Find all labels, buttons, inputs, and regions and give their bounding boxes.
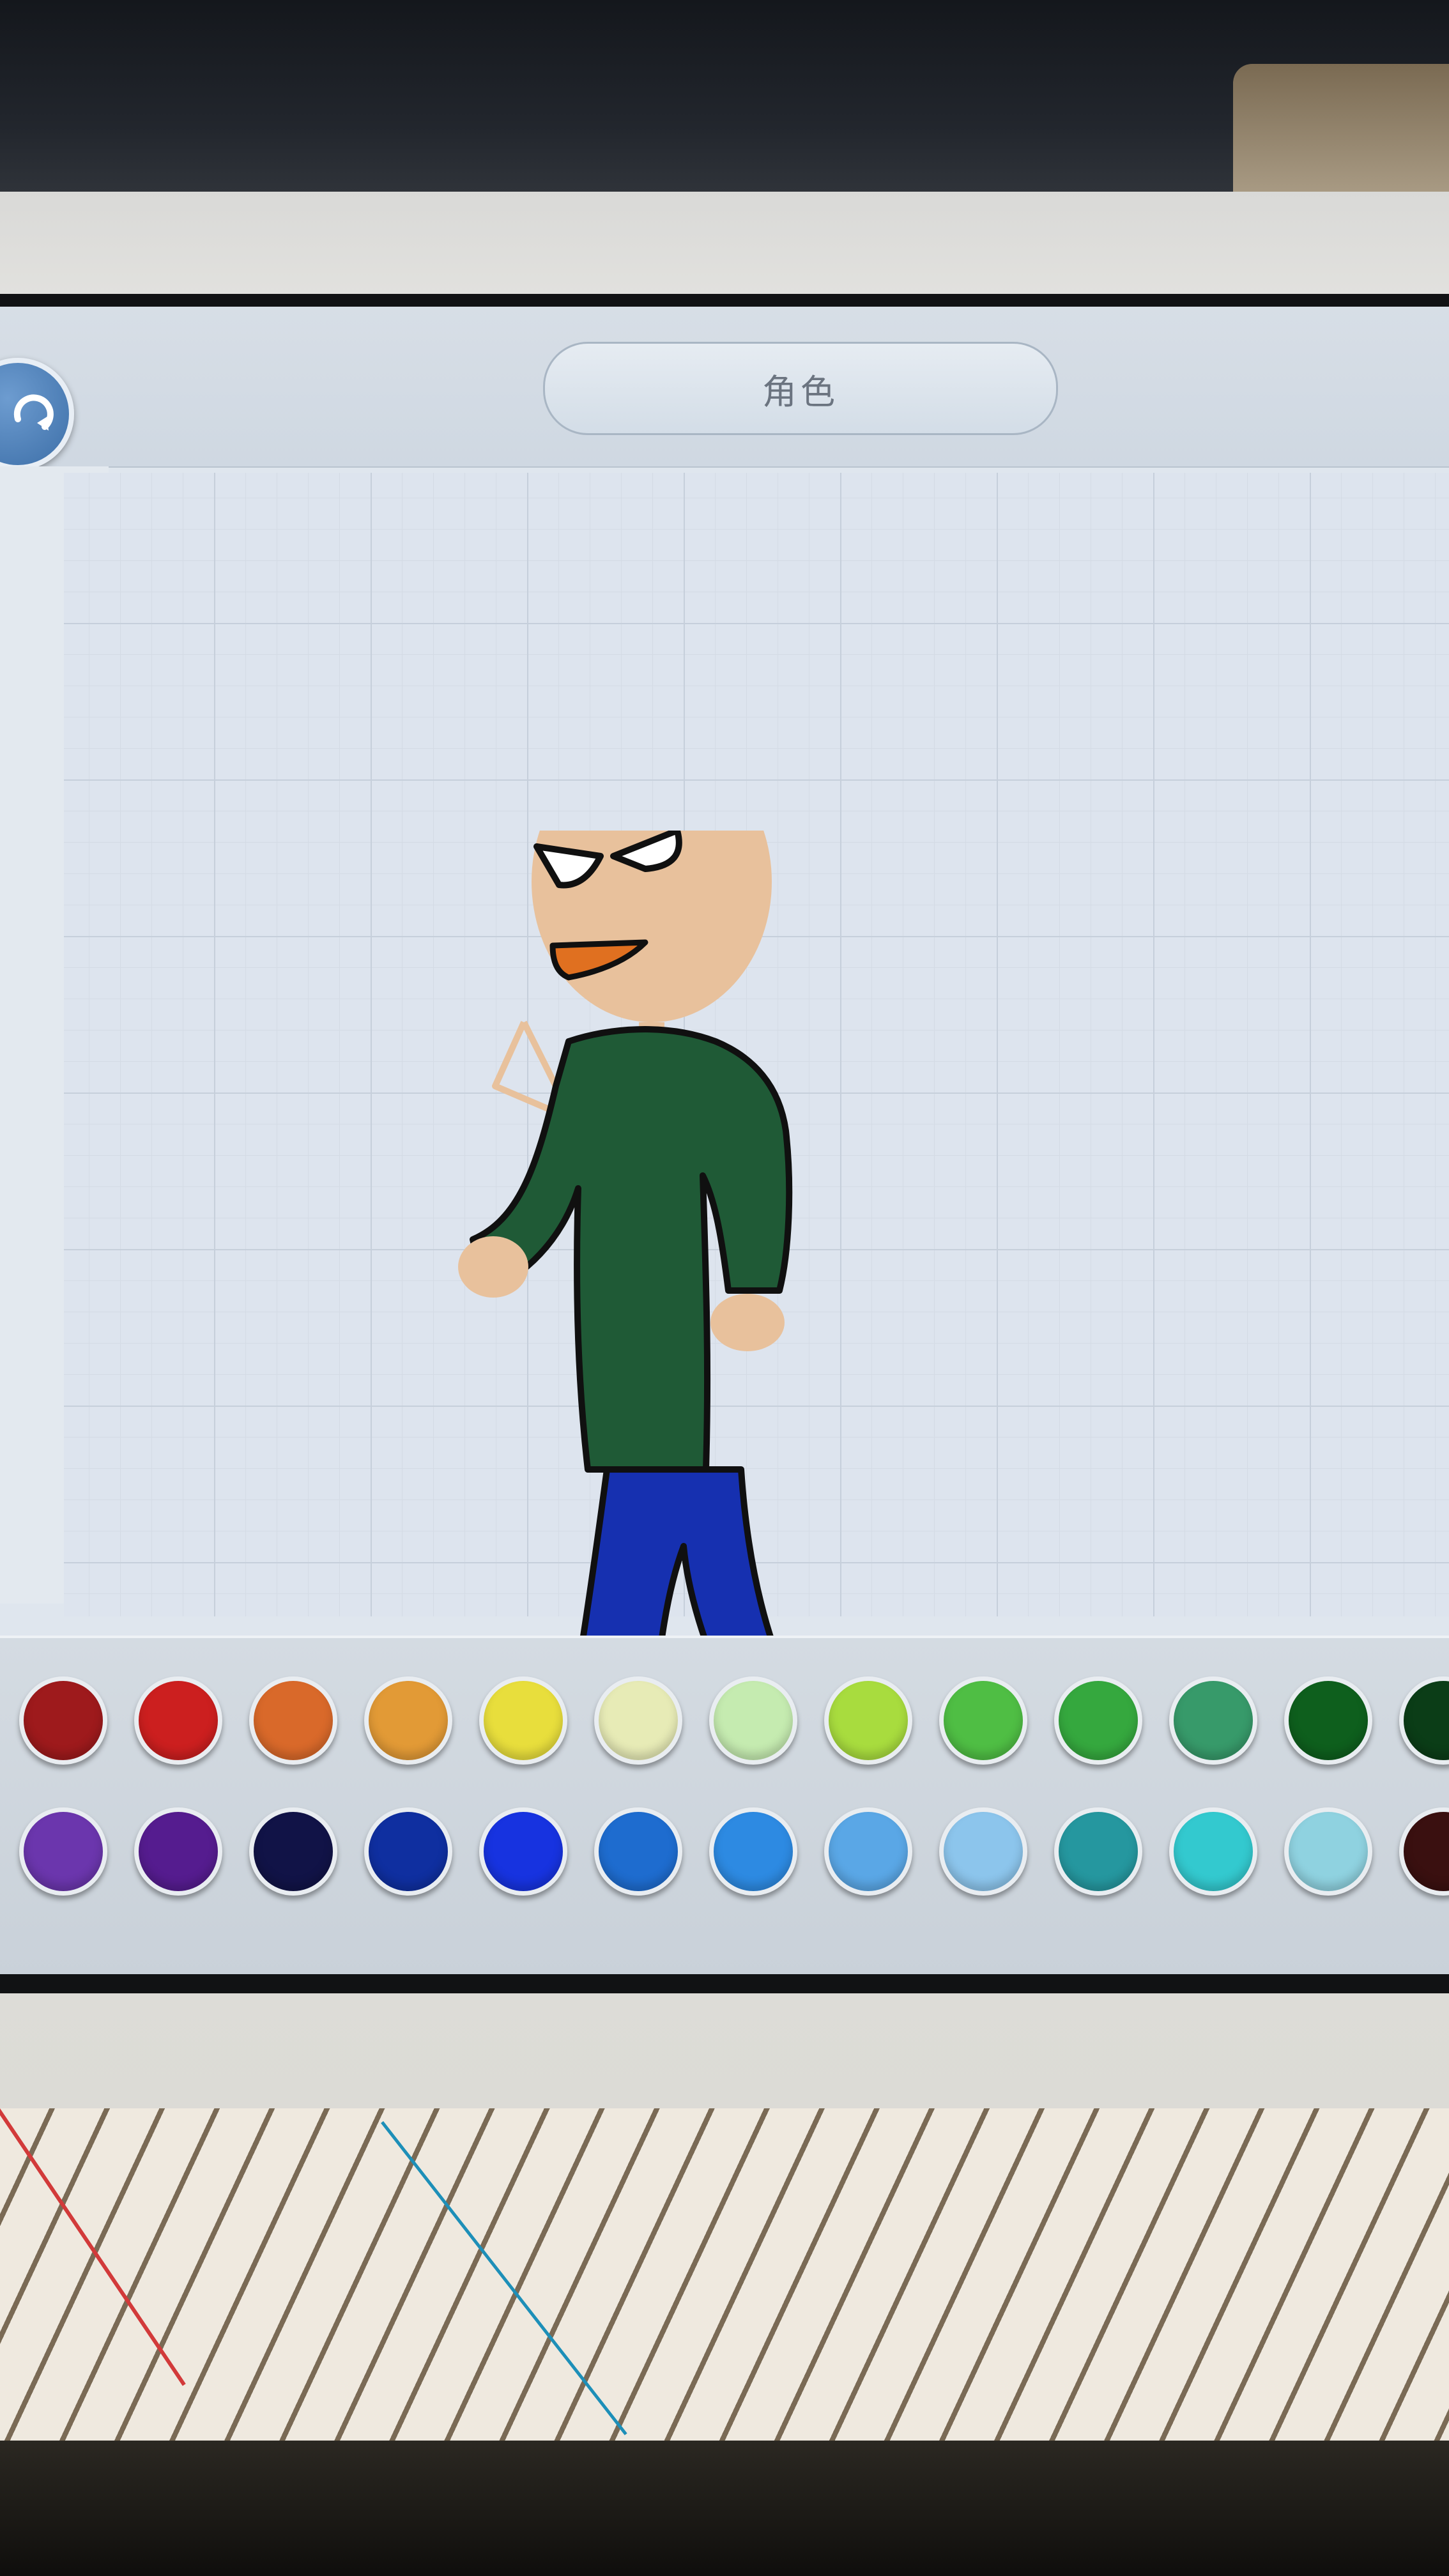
desk-edge [0, 2441, 1449, 2576]
color-swatch[interactable] [1284, 1807, 1372, 1896]
color-swatch[interactable] [479, 1807, 567, 1896]
color-swatch[interactable] [709, 1807, 797, 1896]
background-shelf [0, 0, 1449, 211]
color-swatch[interactable] [1054, 1807, 1142, 1896]
color-swatch[interactable] [249, 1676, 337, 1765]
color-swatch[interactable] [1169, 1807, 1257, 1896]
color-swatch[interactable] [479, 1676, 567, 1765]
color-swatch[interactable] [249, 1807, 337, 1896]
color-swatch[interactable] [709, 1676, 797, 1765]
color-swatch[interactable] [1399, 1676, 1449, 1765]
refresh-arrow-icon [13, 394, 54, 431]
color-swatch[interactable] [1169, 1676, 1257, 1765]
color-palette [0, 1636, 1449, 1974]
page-title: 角色 [543, 342, 1058, 435]
right-hand [710, 1294, 785, 1351]
background-object [1233, 64, 1449, 192]
color-swatch[interactable] [824, 1676, 912, 1765]
color-swatch[interactable] [824, 1807, 912, 1896]
color-swatch[interactable] [134, 1676, 222, 1765]
left-hand [458, 1236, 528, 1298]
color-swatch[interactable] [134, 1807, 222, 1896]
palette-row-2 [0, 1807, 1449, 1910]
desk-surface [0, 2108, 1449, 2441]
color-swatch[interactable] [594, 1807, 682, 1896]
app-screen: 角色 [0, 307, 1449, 1974]
palette-row-1 [0, 1676, 1449, 1779]
color-swatch[interactable] [1284, 1676, 1372, 1765]
color-swatch[interactable] [19, 1676, 107, 1765]
color-swatch[interactable] [364, 1807, 452, 1896]
color-swatch[interactable] [939, 1676, 1027, 1765]
color-swatch[interactable] [364, 1676, 452, 1765]
back-button[interactable] [0, 358, 74, 470]
color-swatch[interactable] [19, 1807, 107, 1896]
color-swatch[interactable] [939, 1807, 1027, 1896]
color-swatch[interactable] [1399, 1807, 1449, 1896]
top-bar: 角色 [0, 307, 1449, 470]
color-swatch[interactable] [594, 1676, 682, 1765]
color-swatch[interactable] [1054, 1676, 1142, 1765]
drawing-canvas[interactable] [64, 473, 1449, 1777]
